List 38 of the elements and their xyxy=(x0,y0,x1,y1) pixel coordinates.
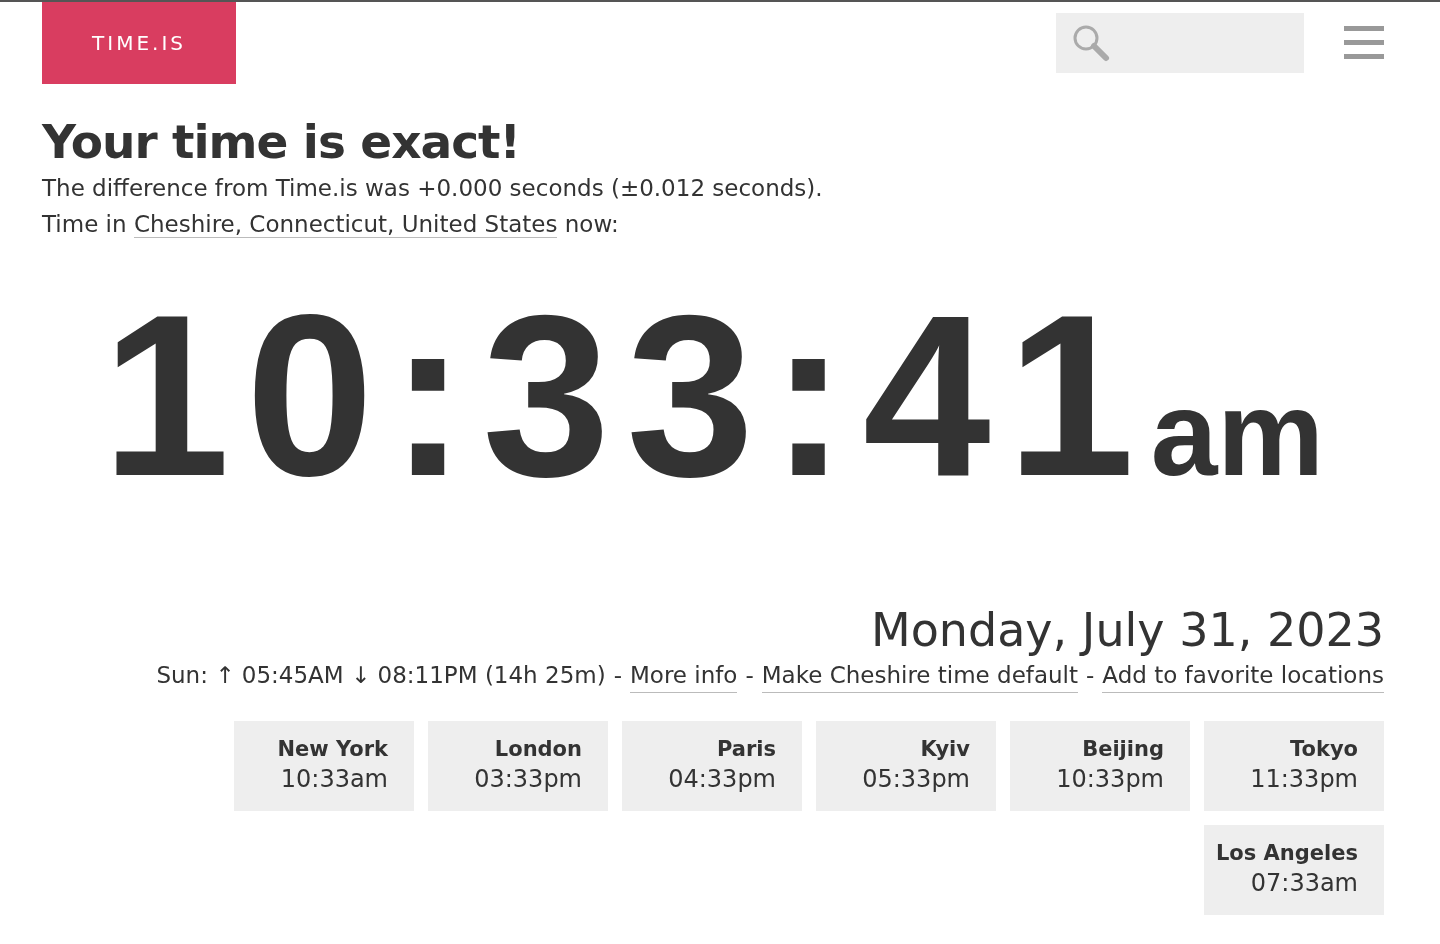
status-heading: Your time is exact! xyxy=(42,114,521,170)
action-link[interactable]: Make Cheshire time default xyxy=(761,658,1078,693)
clock-period: am xyxy=(1150,365,1325,502)
city-time: 05:33pm xyxy=(862,764,970,795)
location-text: Time in Cheshire, Connecticut, United States now: xyxy=(42,210,620,240)
city-time: 03:33pm xyxy=(474,764,582,795)
menu-icon[interactable] xyxy=(1344,26,1384,60)
city-card[interactable]: London 03:33pm xyxy=(428,721,608,811)
logo[interactable]: TIME.IS xyxy=(42,2,236,84)
action-link[interactable]: Add to favorite locations xyxy=(1102,658,1384,693)
city-name: Kyiv xyxy=(920,736,970,763)
city-name: Los Angeles xyxy=(1215,840,1358,867)
search-field[interactable] xyxy=(1056,13,1304,73)
city-card[interactable]: Beijing 10:33pm xyxy=(1010,721,1190,811)
city-card[interactable]: Tokyo 11:33pm xyxy=(1204,721,1384,811)
city-name: Paris xyxy=(716,736,776,763)
city-time: 04:33pm xyxy=(668,764,776,795)
city-time: 11:33pm xyxy=(1250,764,1358,795)
separator: - xyxy=(613,661,622,690)
action-link[interactable]: More info xyxy=(629,658,738,693)
city-card[interactable]: Paris 04:33pm xyxy=(622,721,802,811)
city-card[interactable]: Kyiv 05:33pm xyxy=(816,721,996,811)
city-time: 10:33pm xyxy=(1056,764,1164,795)
date-text: Monday, July 31, 2023 xyxy=(869,602,1384,658)
city-name: Tokyo xyxy=(1289,736,1358,763)
sun-times: Sun: ↑ 05:45AM ↓ 08:11PM (14h 25m) xyxy=(156,661,606,690)
city-time: 10:33am xyxy=(280,764,388,795)
city-name: New York xyxy=(277,736,388,763)
difference-text: The difference from Time.is was +0.000 seconds (±0.012 seconds). xyxy=(42,174,824,203)
separator: - xyxy=(1086,661,1095,690)
city-name: London xyxy=(494,736,582,763)
city-name: Beijing xyxy=(1082,736,1164,763)
city-time: 07:33am xyxy=(1250,868,1358,899)
location-link[interactable]: Cheshire, Connecticut, United States xyxy=(133,211,558,238)
city-card[interactable]: New York 10:33am xyxy=(234,721,414,811)
separator: - xyxy=(745,661,754,690)
clock-time: 10:33:41 xyxy=(101,276,1151,516)
city-card[interactable]: Los Angeles 07:33am xyxy=(1204,825,1384,915)
